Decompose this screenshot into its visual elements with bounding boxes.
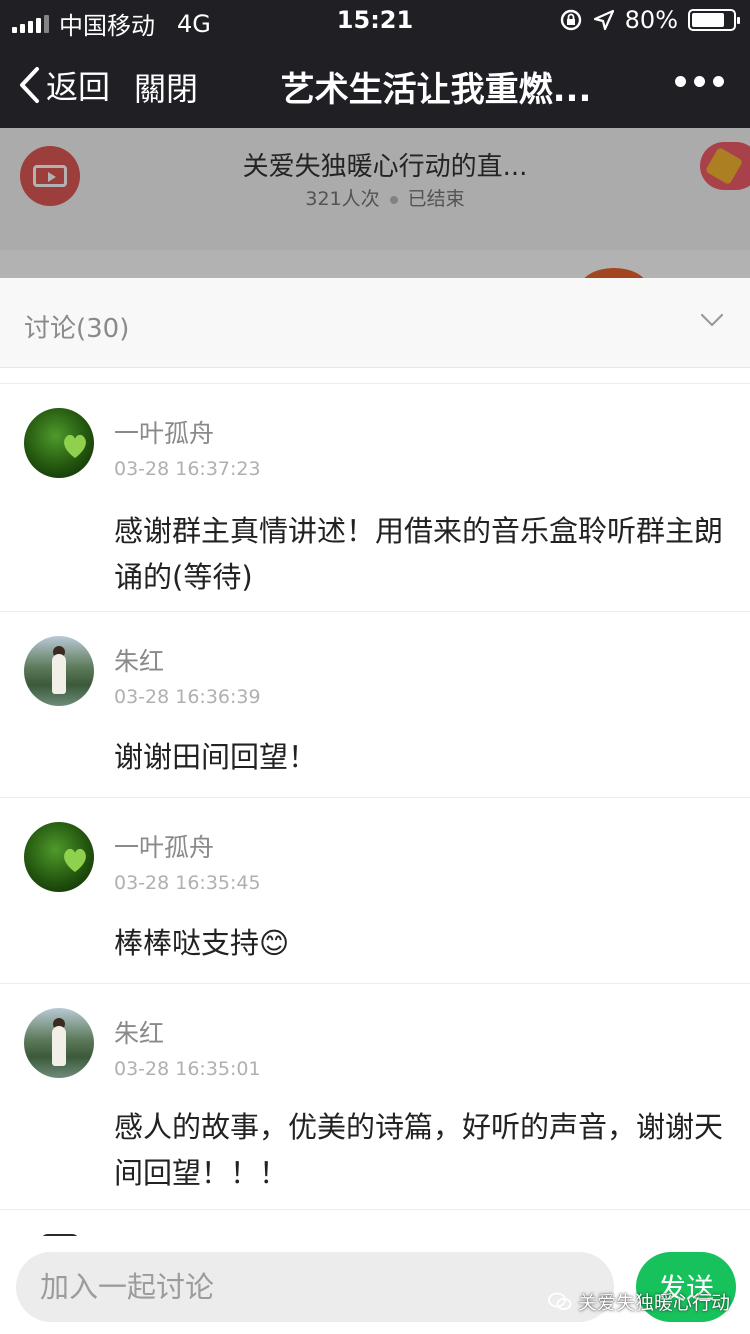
leaf-icon	[64, 848, 86, 872]
page: 中国移动 4G 15:21 80% 返回 關閉 艺术生活让我重燃... 关爱失独…	[0, 0, 750, 1334]
comment-author: 一叶孤舟	[114, 419, 215, 448]
dim-overlay[interactable]	[0, 128, 750, 278]
rotation-lock-icon	[560, 9, 581, 31]
battery-percent: 80%	[624, 6, 678, 34]
chevron-left-icon	[20, 67, 39, 103]
comment-author: 朱红	[114, 1019, 165, 1048]
chevron-down-icon[interactable]	[700, 312, 724, 328]
comment-time: 03-28 16:37:23	[114, 458, 261, 480]
avatar[interactable]	[24, 408, 94, 478]
comment-time: 03-28 16:35:01	[114, 1058, 261, 1080]
comment-time: 03-28 16:35:45	[114, 872, 261, 894]
back-button[interactable]: 返回	[18, 62, 110, 108]
avatar[interactable]	[24, 1008, 94, 1078]
more-options-icon[interactable]	[675, 76, 724, 87]
status-right: 80%	[559, 6, 740, 34]
comment-text: 棒棒哒支持😊	[114, 926, 290, 960]
comment-time: 03-28 16:36:39	[114, 686, 261, 708]
back-label: 返回	[46, 68, 111, 106]
discussion-title: 讨论(30)	[24, 314, 130, 344]
close-button[interactable]: 關閉	[134, 64, 198, 110]
comment-item: 朱红 03-28 16:36:39 谢谢田间回望！	[0, 612, 750, 798]
discussion-panel: 讨论(30) 一叶孤舟 03-28 16:37:23 感谢群主真情讲述！用借来的…	[0, 278, 750, 1334]
comment-input[interactable]	[16, 1252, 614, 1322]
comment-author: 朱红	[114, 647, 165, 676]
page-title: 艺术生活让我重燃...	[280, 70, 592, 110]
nav-bar: 返回 關閉 艺术生活让我重燃...	[0, 40, 750, 128]
comment-input-bar: 发送	[0, 1236, 750, 1334]
comment-author: 一叶孤舟	[114, 833, 215, 862]
watermark: 关爱失独暖心行动	[548, 1288, 730, 1315]
comment-text: 感人的故事，优美的诗篇，好听的声音，谢谢天间回望！！！	[114, 1110, 724, 1190]
wechat-icon	[548, 1292, 572, 1310]
leaf-icon	[64, 434, 86, 458]
battery-icon	[688, 9, 740, 31]
location-arrow-icon	[593, 9, 614, 31]
comment-item: 朱红 03-28 16:35:01 感人的故事，优美的诗篇，好听的声音，谢谢天间…	[0, 984, 750, 1210]
avatar[interactable]	[24, 822, 94, 892]
watermark-text: 关爱失独暖心行动	[577, 1292, 730, 1314]
avatar[interactable]	[24, 636, 94, 706]
comment-item: 一叶孤舟 03-28 16:37:23 感谢群主真情讲述！用借来的音乐盒聆听群主…	[0, 384, 750, 612]
discussion-header[interactable]: 讨论(30)	[0, 278, 750, 368]
comment-text: 感谢群主真情讲述！用借来的音乐盒聆听群主朗诵的(等待)	[114, 514, 724, 594]
comment-item: 一叶孤舟 03-28 16:35:45 棒棒哒支持😊	[0, 798, 750, 984]
comment-text: 谢谢田间回望！	[114, 740, 318, 774]
status-bar: 中国移动 4G 15:21 80%	[0, 0, 750, 40]
